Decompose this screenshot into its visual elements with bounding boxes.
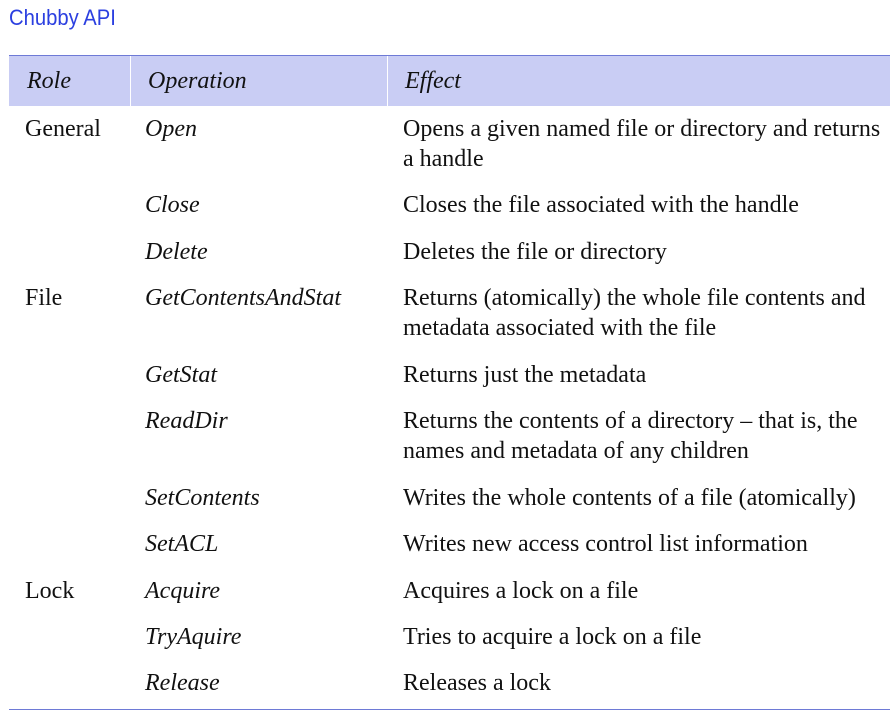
operation-cell: Acquire bbox=[145, 578, 221, 604]
effect-cell: Releases a lock bbox=[403, 670, 551, 696]
page-title: Chubby API bbox=[9, 5, 116, 30]
table-bottom-rule bbox=[9, 709, 890, 710]
effect-cell: Writes the whole contents of a file (ato… bbox=[403, 485, 856, 511]
operation-cell: GetContentsAndStat bbox=[145, 285, 341, 311]
operation-cell: SetACL bbox=[145, 531, 219, 557]
effect-cell: Returns (atomically) the whole file cont… bbox=[403, 285, 866, 341]
operation-cell: ReadDir bbox=[145, 408, 228, 434]
role-cell: General bbox=[25, 116, 101, 142]
effect-cell: Deletes the file or directory bbox=[403, 239, 667, 265]
effect-cell: Opens a given named file or directory an… bbox=[403, 116, 881, 172]
role-cell: File bbox=[25, 285, 63, 311]
operation-cell: TryAquire bbox=[145, 624, 242, 650]
operation-cell: Open bbox=[145, 116, 197, 142]
operation-cell: Delete bbox=[145, 239, 208, 265]
api-table: Role Operation Effect General Open Opens a… bbox=[9, 55, 890, 696]
effect-cell: Returns the contents of a directory – th… bbox=[403, 408, 858, 464]
operation-cell: Close bbox=[145, 192, 200, 218]
header-operation: Operation bbox=[148, 68, 247, 94]
effect-cell: Writes new access control list informati… bbox=[403, 531, 808, 557]
effect-cell: Closes the file associated with the hand… bbox=[403, 192, 799, 218]
header-separator bbox=[130, 56, 131, 106]
header-role: Role bbox=[27, 68, 71, 94]
effect-cell: Returns just the metadata bbox=[403, 362, 647, 388]
header-separator bbox=[387, 56, 388, 106]
header-effect: Effect bbox=[405, 68, 461, 94]
effect-cell: Acquires a lock on a file bbox=[403, 578, 639, 604]
operation-cell: SetContents bbox=[145, 485, 260, 511]
table-header-row: Role Operation Effect bbox=[9, 56, 890, 106]
effect-cell: Tries to acquire a lock on a file bbox=[403, 624, 702, 650]
operation-cell: Release bbox=[145, 670, 220, 696]
role-cell: Lock bbox=[25, 578, 75, 604]
operation-cell: GetStat bbox=[145, 362, 217, 388]
